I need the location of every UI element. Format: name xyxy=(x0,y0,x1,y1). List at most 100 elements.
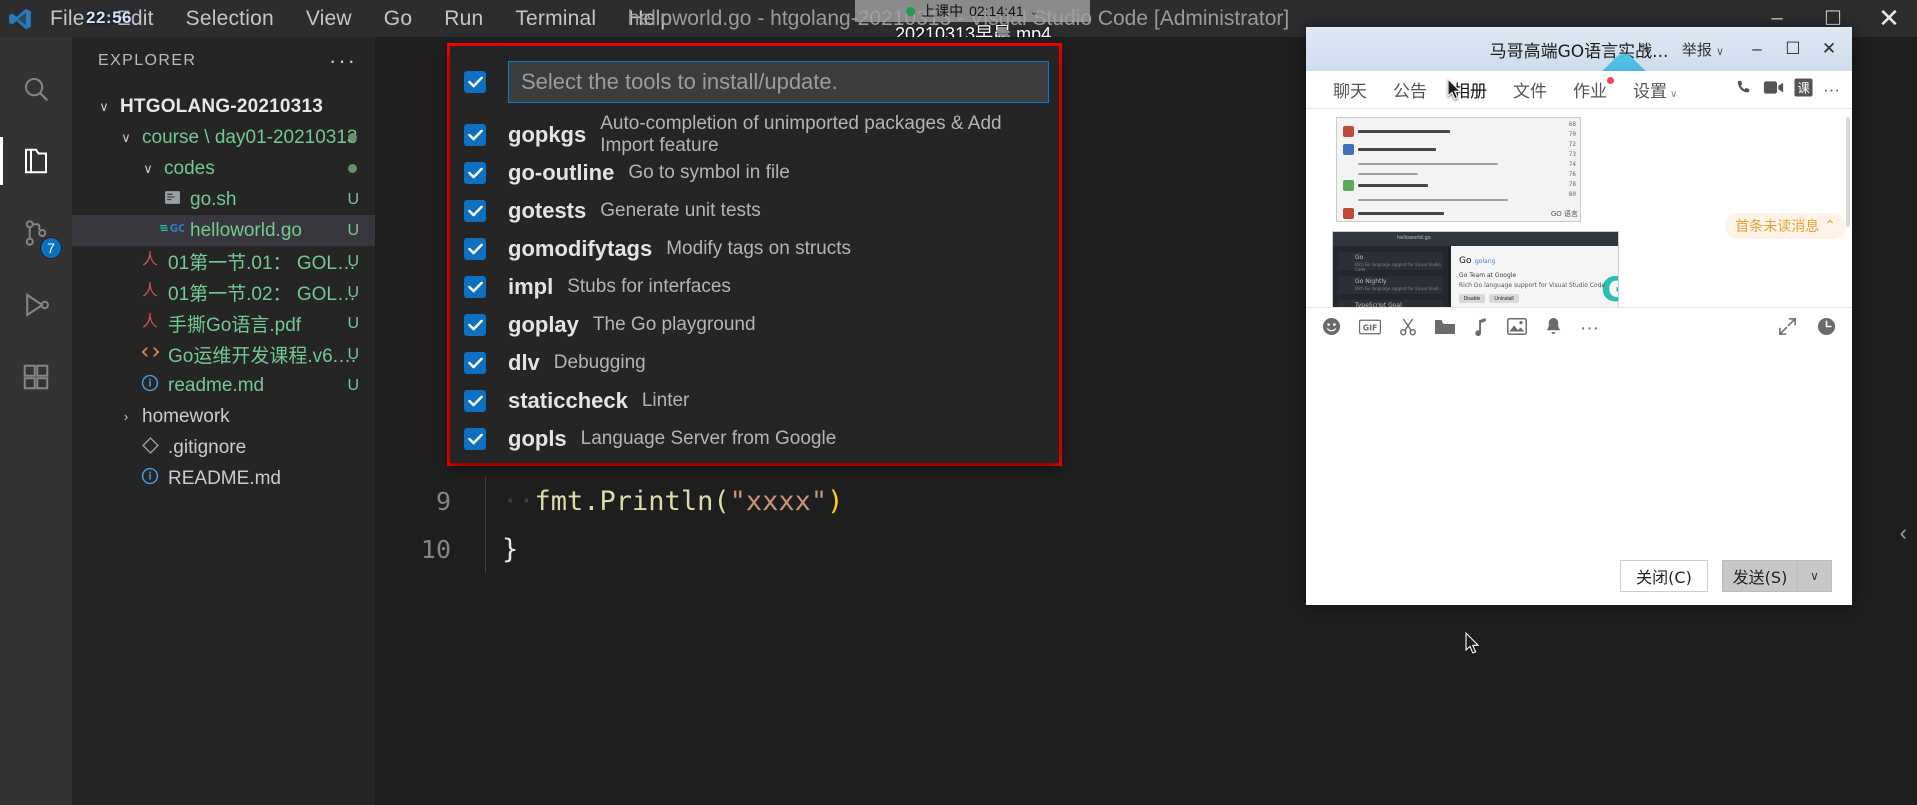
detail-uninstall-button[interactable]: Uninstall xyxy=(1489,294,1519,303)
image-icon[interactable] xyxy=(1507,318,1527,339)
menu-item-view[interactable]: View xyxy=(302,5,356,33)
tree-item-root[interactable]: ∨ HTGOLANG-20210313 xyxy=(72,91,375,122)
tencent-close-button[interactable]: ✕ xyxy=(1812,34,1846,64)
phone-icon[interactable] xyxy=(1734,78,1753,102)
detail-disable-button[interactable]: Disable xyxy=(1459,294,1485,303)
quickpick-item-gomodifytags[interactable]: gomodifytags Modify tags on structs xyxy=(450,230,1059,268)
quickpick-list[interactable]: gopkgs Auto-completion of unimported pac… xyxy=(450,113,1059,458)
source-control-icon[interactable]: 7 xyxy=(0,197,72,269)
item-checkbox[interactable] xyxy=(464,238,486,260)
class-icon[interactable]: 课 xyxy=(1794,77,1813,102)
tencent-classroom-window[interactable]: 马哥高端GO语言实战... ✎ 举报∨ – ☐ ✕ 腾讯课堂 聊天 公告 相册 … xyxy=(1306,27,1852,605)
run-debug-icon[interactable] xyxy=(0,269,72,341)
report-button[interactable]: 举报 ∨ xyxy=(1682,39,1724,60)
recording-status-pill[interactable]: 上课中 02:14:41 ⌄ xyxy=(855,0,1090,22)
tree-item-helloworld-go[interactable]: GO helloworld.go U xyxy=(72,215,375,246)
tab-homework[interactable]: 作业 xyxy=(1560,77,1620,102)
more-icon[interactable]: ··· xyxy=(1580,319,1599,338)
tree-item-readme-md[interactable]: README.md xyxy=(72,463,375,494)
chevron-down-icon[interactable]: ∨ xyxy=(138,161,158,177)
tree-item-homework[interactable]: › homework xyxy=(72,401,375,432)
quickpick-search-input[interactable] xyxy=(508,61,1049,103)
album-screenshot-go-extension[interactable]: helloworld.go Go Rich Go language suppor… xyxy=(1332,231,1619,307)
edit-icon[interactable]: ✎ xyxy=(1639,40,1652,58)
tab-files[interactable]: 文件 xyxy=(1500,77,1560,102)
tree-item-pdf-01[interactable]: 人 01第一节.01： GOLA... U xyxy=(72,246,375,277)
history-icon[interactable] xyxy=(1817,317,1836,340)
tree-item-pdf-02[interactable]: 人 01第一节.02： GOLA... U xyxy=(72,277,375,308)
item-checkbox[interactable] xyxy=(464,352,486,374)
quickpick-item-go-outline[interactable]: go-outline Go to symbol in file xyxy=(450,154,1059,192)
tree-item-readme-md-lower[interactable]: readme.md U xyxy=(72,370,375,401)
close-button[interactable]: ✕ xyxy=(1861,0,1917,37)
go-tools-quickpick[interactable]: gopkgs Auto-completion of unimported pac… xyxy=(450,46,1059,463)
emoji-icon[interactable] xyxy=(1322,317,1341,340)
item-checkbox[interactable] xyxy=(464,276,486,298)
tab-settings[interactable]: 设置 ∨ xyxy=(1620,77,1690,102)
tencent-header-icons[interactable]: 课 ··· xyxy=(1734,77,1852,102)
tree-item-gitignore[interactable]: .gitignore xyxy=(72,432,375,463)
chevron-down-icon[interactable]: ⌄ xyxy=(1030,5,1039,18)
quickpick-item-staticcheck[interactable]: staticcheck Linter xyxy=(450,382,1059,420)
file-tree[interactable]: ∨ HTGOLANG-20210313 ∨ course \ day01-202… xyxy=(72,85,375,494)
chevron-down-icon[interactable]: ∨ xyxy=(94,99,114,115)
quickpick-item-gopkgs[interactable]: gopkgs Auto-completion of unimported pac… xyxy=(450,113,1059,156)
tencent-maximize-button[interactable]: ☐ xyxy=(1776,34,1810,64)
tree-item-shousi-pdf[interactable]: 人 手撕Go语言.pdf U xyxy=(72,308,375,339)
chevron-right-icon[interactable]: › xyxy=(116,409,136,424)
chevron-down-icon[interactable]: ∨ xyxy=(116,130,136,146)
album-screenshot-extensions[interactable]: 68 70 72 73 74 76 78 80 GO 语言 xyxy=(1336,117,1581,222)
explorer-more-icon[interactable]: ··· xyxy=(329,48,357,74)
send-button-group[interactable]: 发送(S) ∨ xyxy=(1722,560,1832,592)
activity-bar[interactable]: 7 xyxy=(0,37,72,805)
more-icon[interactable]: ··· xyxy=(1823,80,1840,100)
tencent-action-buttons[interactable]: 关闭(C) 发送(S) ∨ xyxy=(1306,547,1852,605)
folder-icon[interactable] xyxy=(1435,319,1455,339)
tencent-window-controls[interactable]: – ☐ ✕ xyxy=(1740,34,1846,64)
chevron-down-icon[interactable]: ∨ xyxy=(1798,560,1832,592)
tab-chat[interactable]: 聊天 xyxy=(1320,77,1380,102)
gif-icon[interactable]: GIF xyxy=(1358,319,1382,339)
tencent-message-input[interactable] xyxy=(1306,349,1852,547)
tencent-compose-toolbar[interactable]: GIF ··· xyxy=(1306,307,1852,349)
tencent-minimize-button[interactable]: – xyxy=(1740,34,1774,64)
panel-collapse-arrow-icon[interactable]: ‹ xyxy=(1900,520,1907,546)
menu-item-help[interactable]: Help xyxy=(624,5,676,33)
search-icon[interactable] xyxy=(0,53,72,125)
tree-item-go-course-html[interactable]: Go运维开发课程.v6.h... U xyxy=(72,339,375,370)
send-button[interactable]: 发送(S) xyxy=(1722,560,1798,592)
menu-bar[interactable]: File Edit Selection View Go Run Terminal… xyxy=(46,5,676,33)
quickpick-input-row[interactable] xyxy=(450,60,1059,104)
tree-item-codes[interactable]: ∨ codes xyxy=(72,153,375,184)
tree-item-course[interactable]: ∨ course \ day01-20210313 xyxy=(72,122,375,153)
bell-icon[interactable] xyxy=(1545,317,1562,340)
quickpick-item-impl[interactable]: impl Stubs for interfaces xyxy=(450,268,1059,306)
video-call-icon[interactable] xyxy=(1763,79,1784,101)
scissors-icon[interactable] xyxy=(1399,317,1417,340)
tencent-tab-bar[interactable]: 聊天 公告 相册 文件 作业 设置 ∨ 课 ··· xyxy=(1306,71,1852,109)
tencent-scrollbar[interactable] xyxy=(1846,117,1850,227)
menu-item-run[interactable]: Run xyxy=(440,5,487,33)
menu-item-terminal[interactable]: Terminal xyxy=(511,5,600,33)
item-checkbox[interactable] xyxy=(464,428,486,450)
close-button[interactable]: 关闭(C) xyxy=(1620,560,1708,592)
item-checkbox[interactable] xyxy=(464,314,486,336)
tree-item-go-sh[interactable]: go.sh U xyxy=(72,184,375,215)
tencent-album-body[interactable]: 首条未读消息 ⌃ 68 70 72 73 74 76 78 80 GO 语言 h… xyxy=(1306,109,1852,307)
menu-item-selection[interactable]: Selection xyxy=(182,5,278,33)
select-all-checkbox[interactable] xyxy=(464,71,486,93)
item-checkbox[interactable] xyxy=(464,200,486,222)
item-checkbox[interactable] xyxy=(464,390,486,412)
tab-announcement[interactable]: 公告 xyxy=(1380,77,1440,102)
menu-item-go[interactable]: Go xyxy=(380,5,416,33)
menu-item-file[interactable]: File xyxy=(46,5,89,33)
quickpick-item-goplay[interactable]: goplay The Go playground xyxy=(450,306,1059,344)
item-checkbox[interactable] xyxy=(464,162,486,184)
music-icon[interactable] xyxy=(1473,317,1489,340)
extensions-icon[interactable] xyxy=(0,341,72,413)
quickpick-item-gotests[interactable]: gotests Generate unit tests xyxy=(450,192,1059,230)
expand-icon[interactable] xyxy=(1778,317,1797,340)
explorer-icon[interactable] xyxy=(0,125,72,197)
tab-album[interactable]: 相册 xyxy=(1440,77,1500,102)
item-checkbox[interactable] xyxy=(464,124,486,146)
